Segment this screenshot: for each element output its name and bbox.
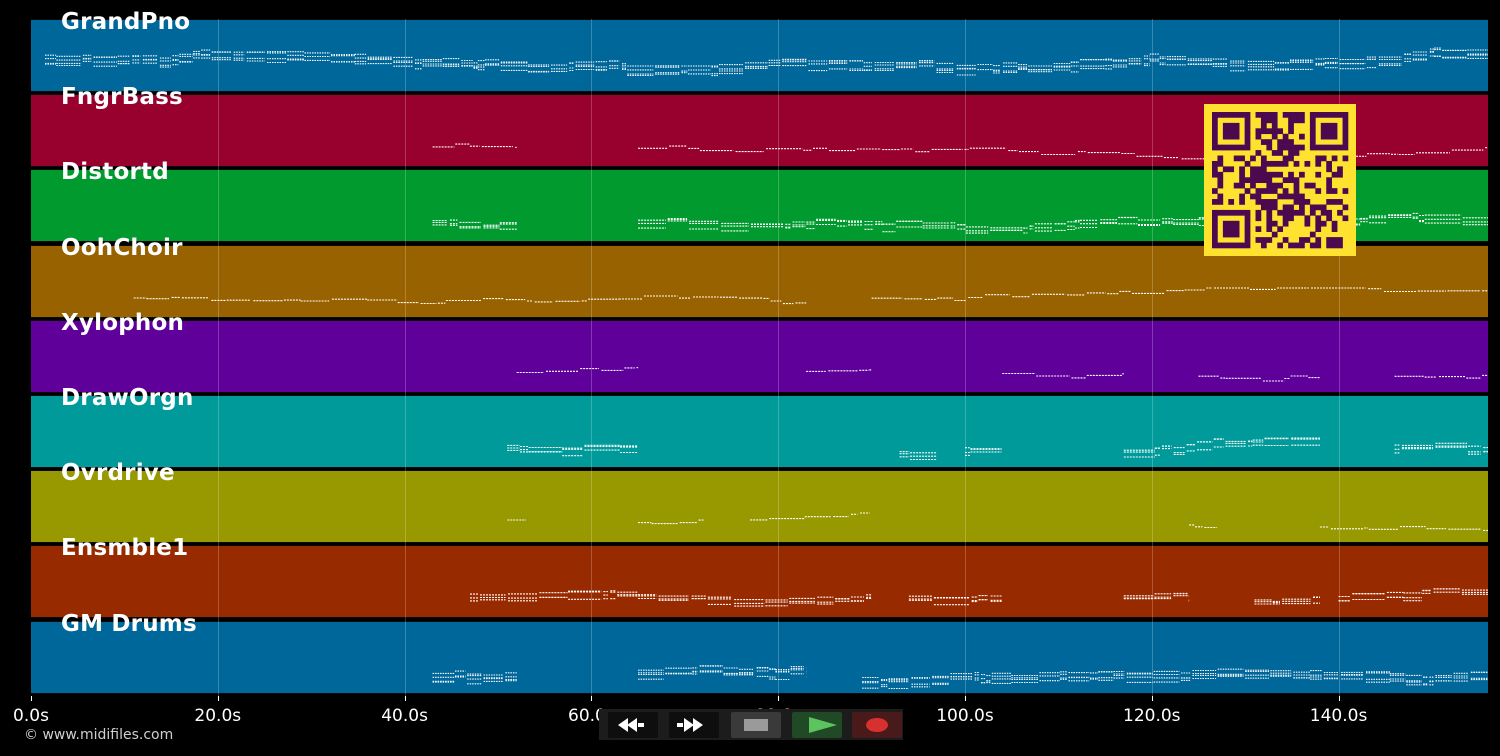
track-name-label: Xylophon xyxy=(61,309,185,336)
note-roll xyxy=(507,512,1488,532)
record-button[interactable] xyxy=(852,712,902,738)
note-roll xyxy=(507,437,1488,461)
track-name-label: GM Drums xyxy=(61,610,197,637)
qr-code xyxy=(1204,104,1356,256)
play-icon xyxy=(809,717,837,733)
stop-icon xyxy=(744,719,768,731)
fast-forward-button[interactable] xyxy=(669,712,719,738)
axis-tick xyxy=(964,696,966,701)
axis-tick-label: 100.0s xyxy=(936,706,994,726)
axis-tick-label: 0.0s xyxy=(13,706,49,726)
fast-forward-icon xyxy=(677,718,703,732)
axis-tick xyxy=(1338,696,1340,701)
rewind-icon xyxy=(618,718,644,732)
track-name-label: Ensmble1 xyxy=(61,535,189,562)
track-lane xyxy=(31,319,1488,393)
track-lane xyxy=(31,395,1488,468)
note-roll xyxy=(470,588,1488,608)
copyright-text: © www.midifiles.com xyxy=(24,727,174,743)
axis-tick-label: 120.0s xyxy=(1123,706,1181,726)
rewind-button[interactable] xyxy=(608,712,658,738)
play-button[interactable] xyxy=(792,712,842,738)
track-lane xyxy=(31,470,1488,544)
axis-tick xyxy=(404,696,406,701)
axis-tick-label: 140.0s xyxy=(1309,706,1368,726)
axis-tick-label: 20.0s xyxy=(194,706,242,726)
track-name-label: OohChoir xyxy=(61,234,183,261)
track-lane xyxy=(31,19,1488,92)
track-name-label: Ovrdrive xyxy=(61,460,175,487)
axis-tick xyxy=(778,696,780,701)
axis-tick xyxy=(217,696,219,701)
track-name-label: FngrBass xyxy=(61,84,183,111)
record-icon xyxy=(866,718,888,732)
track-lane xyxy=(31,545,1488,619)
axis-tick xyxy=(1151,696,1153,701)
transport-controls xyxy=(599,709,903,740)
axis-tick xyxy=(31,696,32,701)
axis-tick-label: 40.0s xyxy=(381,706,428,726)
note-roll xyxy=(432,664,1488,689)
note-roll xyxy=(133,287,1488,304)
note-roll xyxy=(516,366,1488,382)
axis-tick xyxy=(591,696,593,701)
track-name-label: Distortd xyxy=(61,159,169,186)
track-name-label: DrawOrgn xyxy=(61,385,194,411)
track-name-label: GrandPno xyxy=(61,9,191,35)
note-roll xyxy=(45,47,1488,77)
stop-button[interactable] xyxy=(731,712,781,738)
track-lane xyxy=(31,620,1488,694)
